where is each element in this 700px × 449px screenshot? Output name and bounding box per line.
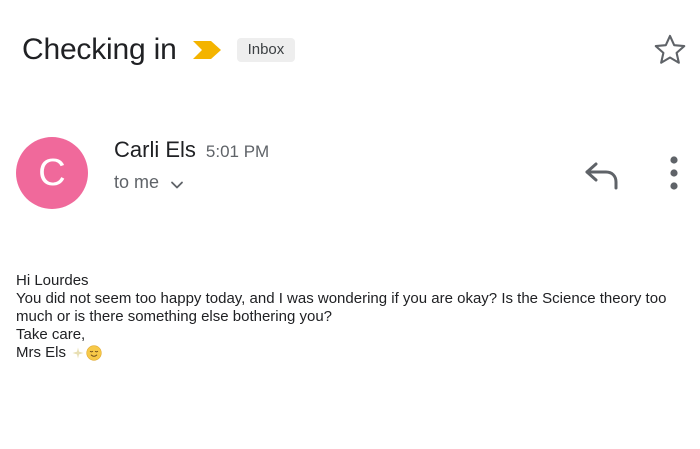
chevron-down-icon[interactable]: [169, 177, 185, 193]
importance-marker-icon[interactable]: [191, 39, 223, 61]
sender-line: Carli Els 5:01 PM: [114, 137, 269, 163]
relieved-face-emoji: [86, 345, 102, 361]
recipient-text: to me: [114, 172, 160, 192]
reply-icon[interactable]: [582, 157, 622, 193]
sparkles-emoji: [72, 347, 84, 359]
email-body: Hi Lourdes You did not seem too happy to…: [16, 272, 686, 362]
avatar-letter: C: [38, 151, 66, 194]
sender-avatar[interactable]: C: [16, 137, 88, 209]
message-text: You did not seem too happy today, and I …: [16, 290, 667, 325]
signature-line: Mrs Els: [16, 344, 686, 362]
subject-bar: Checking in Inbox: [22, 28, 296, 72]
signature-text: Mrs Els: [16, 344, 66, 361]
inbox-label-chip[interactable]: Inbox: [236, 38, 296, 62]
sender-name[interactable]: Carli Els: [114, 137, 196, 163]
closing-text: Take care,: [16, 326, 86, 343]
greeting-text: Hi Lourdes: [16, 272, 89, 289]
sent-time: 5:01 PM: [205, 142, 270, 161]
more-vertical-icon[interactable]: [660, 152, 688, 196]
star-icon[interactable]: [652, 32, 688, 68]
recipient-details-toggle[interactable]: to me: [114, 172, 185, 193]
email-subject: Checking in: [22, 33, 177, 66]
